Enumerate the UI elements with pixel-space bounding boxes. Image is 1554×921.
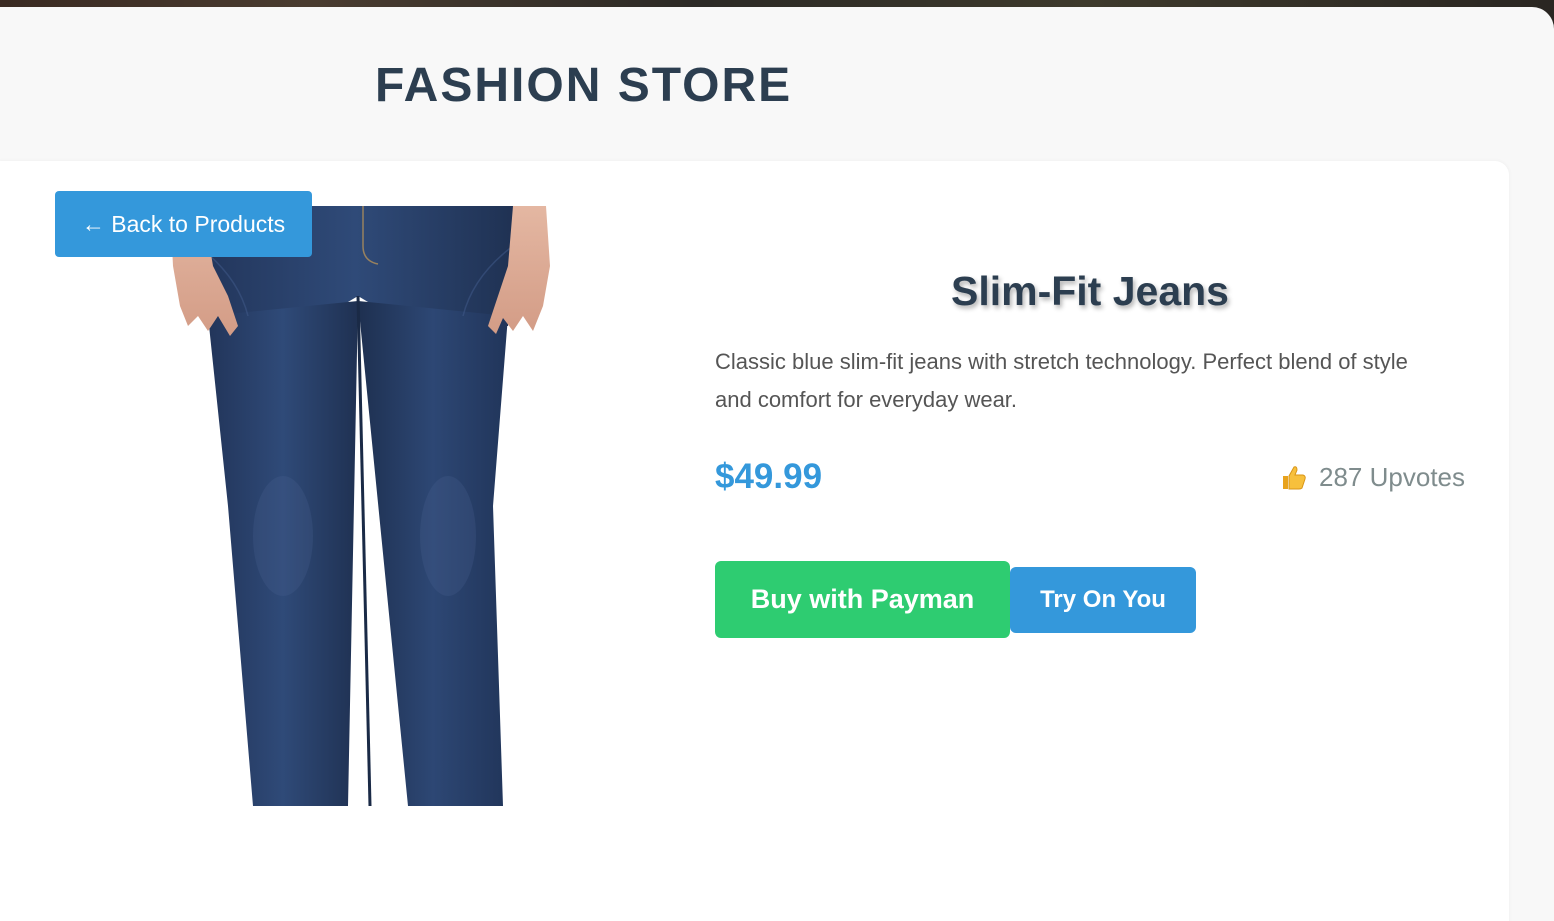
app-window: FASHION STORE ← Back to Products Slim-Fi… [0, 7, 1554, 921]
product-image [158, 206, 553, 806]
product-detail-card: ← Back to Products Slim-Fit Jeans Classi… [0, 161, 1509, 921]
back-to-products-button[interactable]: ← Back to Products [55, 191, 312, 257]
buy-with-payman-button[interactable]: Buy with Payman [715, 561, 1010, 638]
product-price: $49.99 [715, 457, 823, 496]
product-description: Classic blue slim-fit jeans with stretch… [715, 349, 1408, 412]
upvotes-label: 287 Upvotes [1319, 462, 1465, 492]
store-title: FASHION STORE [375, 59, 793, 112]
product-name: Slim-Fit Jeans [951, 268, 1229, 314]
try-on-you-button[interactable]: Try On You [1010, 567, 1196, 633]
upvote-counter[interactable]: 287 Upvotes [1279, 459, 1465, 495]
thumbs-up-icon [1283, 466, 1306, 490]
